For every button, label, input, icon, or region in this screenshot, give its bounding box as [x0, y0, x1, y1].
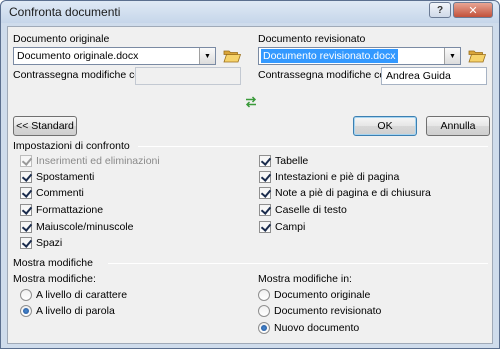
swap-arrows-icon[interactable] [244, 96, 258, 108]
checkbox-mark[interactable] [259, 204, 271, 216]
radio-original-document[interactable]: Documento originale [258, 289, 370, 301]
original-document-combo[interactable]: Documento originale.docx ▼ [13, 47, 216, 65]
checkbox-white-space[interactable]: Spazi [20, 237, 62, 249]
radio-mark[interactable] [258, 289, 270, 301]
show-changes-level-label: Mostra modifiche: [13, 273, 96, 285]
checkbox-mark[interactable] [259, 155, 271, 167]
checkbox-footnotes-endnotes[interactable]: Note a piè di pagina e di chiusura [259, 187, 431, 199]
help-button[interactable]: ? [429, 2, 451, 18]
original-mark-changes-field [135, 67, 241, 85]
radio-mark[interactable] [20, 305, 32, 317]
checkbox-mark [20, 155, 32, 167]
ok-button[interactable]: OK [353, 116, 417, 136]
revised-document-value: Documento revisionato.docx [261, 49, 398, 63]
checkbox-case-changes[interactable]: Maiuscole/minuscole [20, 221, 133, 233]
chevron-down-icon[interactable]: ▼ [199, 48, 215, 64]
checkbox-insertions-deletions: Inserimenti ed eliminazioni [20, 155, 160, 167]
dialog-body: Documento originale Documento originale.… [7, 26, 493, 344]
show-changes-divider [108, 263, 488, 264]
checkbox-formatting[interactable]: Formattazione [20, 204, 103, 216]
checkbox-tables[interactable]: Tabelle [259, 155, 308, 167]
radio-word-level[interactable]: A livello di parola [20, 305, 115, 317]
revised-document-label: Documento revisionato [258, 33, 366, 45]
checkbox-moves[interactable]: Spostamenti [20, 171, 94, 183]
title-bar[interactable]: Confronta documenti ? ✕ [1, 1, 499, 23]
checkbox-mark[interactable] [259, 187, 271, 199]
checkbox-mark[interactable] [259, 221, 271, 233]
chevron-down-icon[interactable]: ▼ [444, 48, 460, 64]
radio-mark[interactable] [258, 322, 270, 334]
checkbox-headers-footers[interactable]: Intestazioni e piè di pagina [259, 171, 399, 183]
standard-toggle-button[interactable]: << Standard [13, 116, 77, 136]
dialog-title: Confronta documenti [9, 5, 121, 19]
checkbox-mark[interactable] [20, 204, 32, 216]
radio-revised-document[interactable]: Documento revisionato [258, 305, 381, 317]
compare-settings-heading: Impostazioni di confronto [13, 140, 130, 152]
checkbox-comments[interactable]: Commenti [20, 187, 84, 199]
show-changes-heading: Mostra modifiche [13, 257, 93, 269]
checkbox-text-boxes[interactable]: Caselle di testo [259, 204, 347, 216]
checkbox-mark[interactable] [20, 187, 32, 199]
compare-settings-divider [138, 146, 488, 147]
close-button[interactable]: ✕ [453, 2, 493, 18]
checkbox-mark[interactable] [259, 171, 271, 183]
checkbox-mark[interactable] [20, 221, 32, 233]
folder-open-icon[interactable] [223, 49, 241, 63]
original-document-value: Documento originale.docx [17, 50, 139, 62]
radio-mark[interactable] [258, 305, 270, 317]
checkbox-fields[interactable]: Campi [259, 221, 305, 233]
radio-new-document[interactable]: Nuovo documento [258, 322, 359, 334]
revised-document-combo[interactable]: Documento revisionato.docx ▼ [258, 47, 461, 65]
checkbox-mark[interactable] [20, 171, 32, 183]
show-changes-in-label: Mostra modifiche in: [258, 273, 352, 285]
compare-documents-dialog: Confronta documenti ? ✕ Documento origin… [0, 0, 500, 349]
original-mark-changes-label: Contrassegna modifiche con [13, 69, 147, 81]
original-document-label: Documento originale [13, 33, 110, 45]
checkbox-mark[interactable] [20, 237, 32, 249]
radio-character-level[interactable]: A livello di carattere [20, 289, 127, 301]
revised-mark-changes-label: Contrassegna modifiche con [258, 69, 392, 81]
cancel-button[interactable]: Annulla [426, 116, 490, 136]
radio-mark[interactable] [20, 289, 32, 301]
revised-mark-changes-field[interactable]: Andrea Guida [381, 67, 487, 85]
folder-open-icon[interactable] [468, 49, 486, 63]
